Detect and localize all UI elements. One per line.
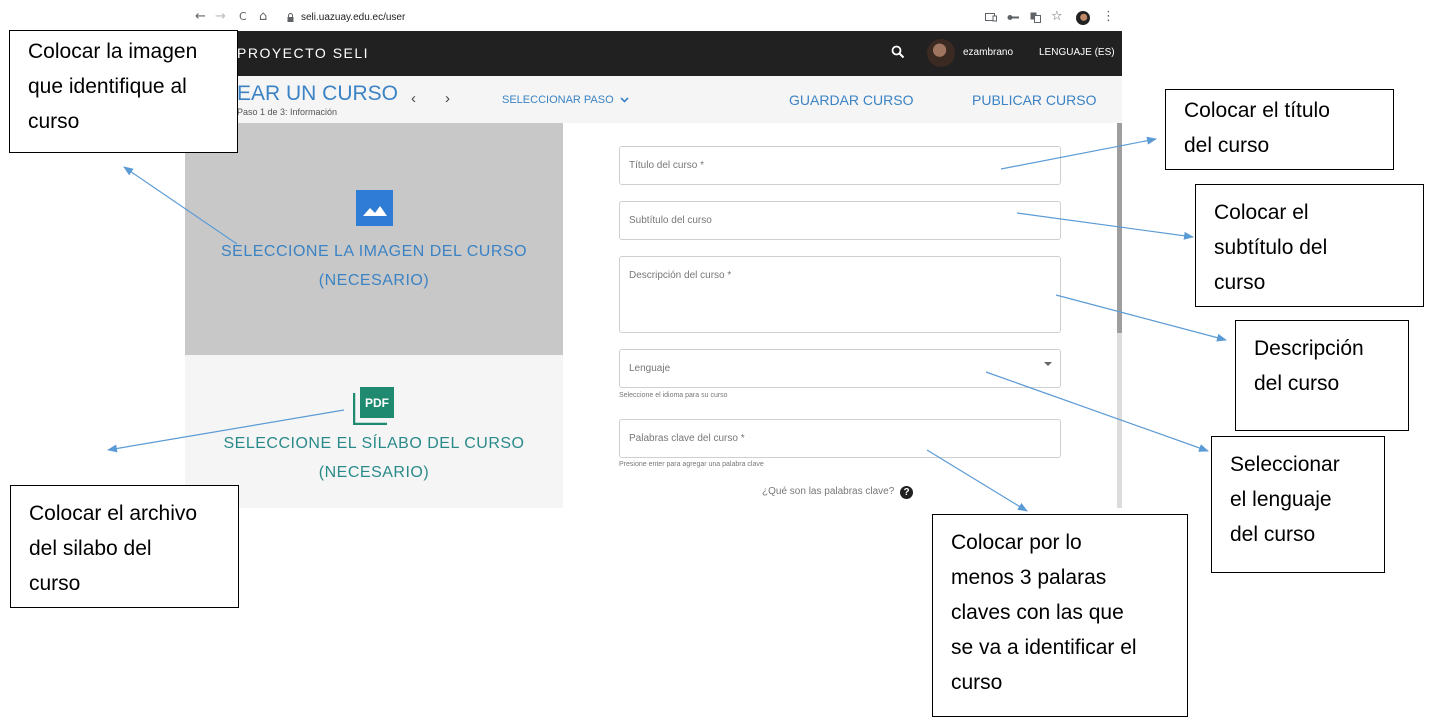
arrow-subtitle	[1016, 212, 1194, 240]
callout-arrows	[107, 136, 1227, 512]
arrow-syllabus	[107, 409, 345, 453]
arrow-language	[985, 371, 1209, 452]
arrow-title	[1000, 136, 1157, 170]
arrow-description	[1055, 294, 1227, 342]
arrow-image	[123, 166, 238, 245]
arrow-keywords	[926, 449, 1028, 512]
